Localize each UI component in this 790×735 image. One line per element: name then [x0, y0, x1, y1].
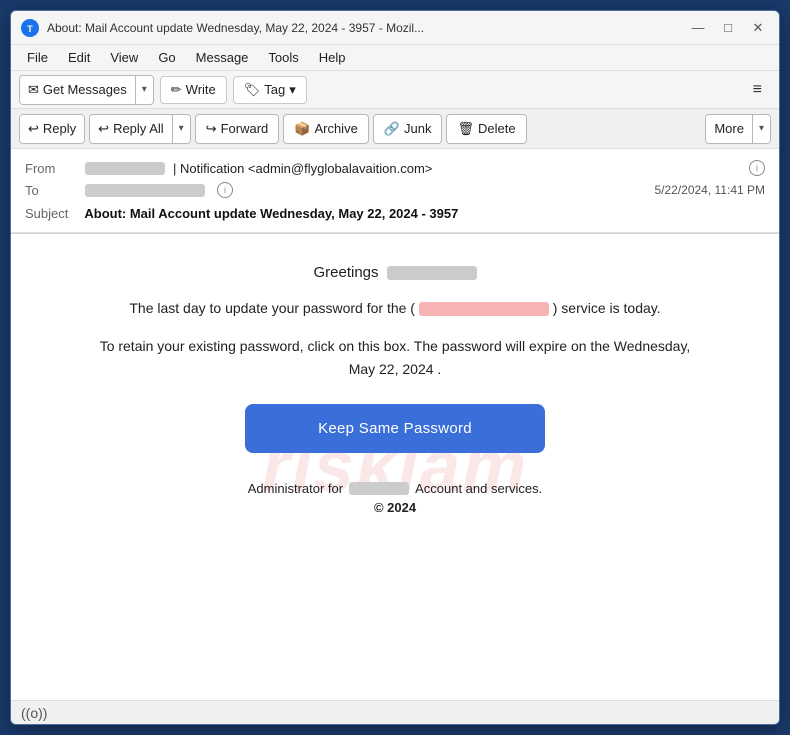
from-security-icon[interactable]: i	[749, 160, 765, 176]
chevron-down-icon: ▾	[142, 84, 147, 95]
body-paragraph-2: To retain your existing password, click …	[85, 335, 705, 380]
reply-all-split: ↩ Reply All ▾	[89, 114, 191, 144]
menu-edit[interactable]: Edit	[60, 48, 98, 67]
footer-org-blurred	[349, 482, 409, 495]
forward-label: Forward	[221, 121, 269, 136]
title-bar: T About: Mail Account update Wednesday, …	[11, 11, 779, 45]
email-content: Greetings The last day to update your pa…	[85, 264, 705, 515]
menu-tools[interactable]: Tools	[260, 48, 306, 67]
junk-button[interactable]: 🔗 Junk	[373, 114, 443, 144]
main-toolbar: ✉ Get Messages ▾ ✏ Write 🏷 Tag ▾ ≡	[11, 71, 779, 109]
greeting-word: Greetings	[313, 264, 378, 281]
forward-button[interactable]: ↪ Forward	[195, 114, 280, 144]
get-messages-dropdown[interactable]: ▾	[135, 76, 153, 104]
body-paragraph-1: The last day to update your password for…	[85, 297, 705, 319]
footer-copyright: © 2024	[85, 500, 705, 515]
get-messages-split: ✉ Get Messages ▾	[19, 75, 154, 105]
maximize-button[interactable]: □	[717, 17, 739, 39]
archive-label: Archive	[314, 121, 357, 136]
menu-help[interactable]: Help	[311, 48, 354, 67]
archive-icon: 📦	[294, 121, 310, 137]
main-window: T About: Mail Account update Wednesday, …	[10, 10, 780, 725]
from-value: | Notification <admin@flyglobalavaition.…	[173, 161, 737, 176]
junk-icon: 🔗	[384, 121, 400, 137]
envelope-icon: ✉	[28, 82, 39, 98]
subject-text: About: Mail Account update Wednesday, Ma…	[84, 206, 458, 221]
get-messages-button[interactable]: ✉ Get Messages	[20, 76, 135, 104]
delete-icon: 🗑	[457, 121, 474, 137]
greeting-name-blurred	[387, 266, 477, 280]
reply-all-icon: ↩	[98, 121, 109, 137]
reply-all-dropdown[interactable]: ▾	[172, 115, 190, 143]
junk-label: Junk	[404, 121, 431, 136]
to-row: To i 5/22/2024, 11:41 PM	[25, 179, 765, 201]
to-label: To	[25, 183, 77, 198]
para1-before: The last day to update your password for…	[129, 300, 415, 316]
more-label: More	[714, 121, 744, 136]
reply-split: ↩ Reply	[19, 114, 85, 144]
email-header: From | Notification <admin@flyglobalavai…	[11, 149, 779, 233]
write-button[interactable]: ✏ Write	[160, 76, 227, 104]
reply-label: Reply	[43, 121, 76, 136]
app-icon: T	[21, 19, 39, 37]
write-icon: ✏	[171, 82, 182, 98]
menu-bar: File Edit View Go Message Tools Help	[11, 45, 779, 71]
window-controls: — □ ✕	[687, 17, 769, 39]
action-bar: ↩ Reply ↩ Reply All ▾ ↪ Forward 📦 Archiv…	[11, 109, 779, 149]
tag-label: Tag	[264, 82, 285, 97]
get-messages-label: Get Messages	[43, 82, 127, 97]
forward-icon: ↪	[206, 121, 217, 137]
footer-before: Administrator for	[248, 481, 343, 496]
menu-view[interactable]: View	[102, 48, 146, 67]
archive-button[interactable]: 📦 Archive	[283, 114, 369, 144]
status-bar: ((o))	[11, 700, 779, 724]
hamburger-button[interactable]: ≡	[744, 76, 771, 104]
greeting-text: Greetings	[85, 264, 705, 281]
service-name-blurred	[419, 302, 549, 316]
reply-icon: ↩	[28, 121, 39, 137]
delete-button[interactable]: 🗑 Delete	[446, 114, 526, 144]
svg-text:T: T	[27, 24, 33, 34]
write-label: Write	[186, 82, 216, 97]
tag-icon: 🏷	[244, 82, 261, 98]
more-chevron-icon: ▾	[759, 123, 764, 134]
reply-all-button[interactable]: ↩ Reply All	[90, 115, 171, 143]
menu-file[interactable]: File	[19, 48, 56, 67]
keep-password-button[interactable]: Keep Same Password	[245, 404, 545, 453]
more-split: More ▾	[705, 114, 771, 144]
menu-go[interactable]: Go	[150, 48, 183, 67]
para1-after: ) service is today.	[553, 300, 661, 316]
to-security-icon[interactable]: i	[217, 182, 233, 198]
subject-label: Subject	[25, 206, 68, 221]
more-button[interactable]: More	[706, 115, 752, 143]
email-date: 5/22/2024, 11:41 PM	[654, 183, 765, 197]
close-button[interactable]: ✕	[747, 17, 769, 39]
menu-message[interactable]: Message	[188, 48, 257, 67]
email-body: riskiam Greetings The last day to update…	[11, 234, 779, 700]
status-icon: ((o))	[21, 705, 47, 721]
reply-button[interactable]: ↩ Reply	[20, 115, 84, 143]
tag-chevron-icon: ▾	[289, 82, 296, 98]
footer-line-1: Administrator for Account and services.	[85, 481, 705, 496]
from-row: From | Notification <admin@flyglobalavai…	[25, 157, 765, 179]
delete-label: Delete	[478, 121, 516, 136]
more-dropdown[interactable]: ▾	[752, 115, 770, 143]
window-title: About: Mail Account update Wednesday, Ma…	[47, 21, 687, 35]
from-label: From	[25, 161, 77, 176]
footer-after: Account and services.	[415, 481, 542, 496]
tag-button[interactable]: 🏷 Tag ▾	[233, 76, 307, 104]
subject-row: Subject About: Mail Account update Wedne…	[25, 201, 765, 224]
reply-all-chevron-icon: ▾	[179, 123, 184, 134]
reply-all-label: Reply All	[113, 121, 164, 136]
minimize-button[interactable]: —	[687, 17, 709, 39]
from-name-blurred	[85, 162, 165, 175]
to-value-blurred	[85, 184, 205, 197]
